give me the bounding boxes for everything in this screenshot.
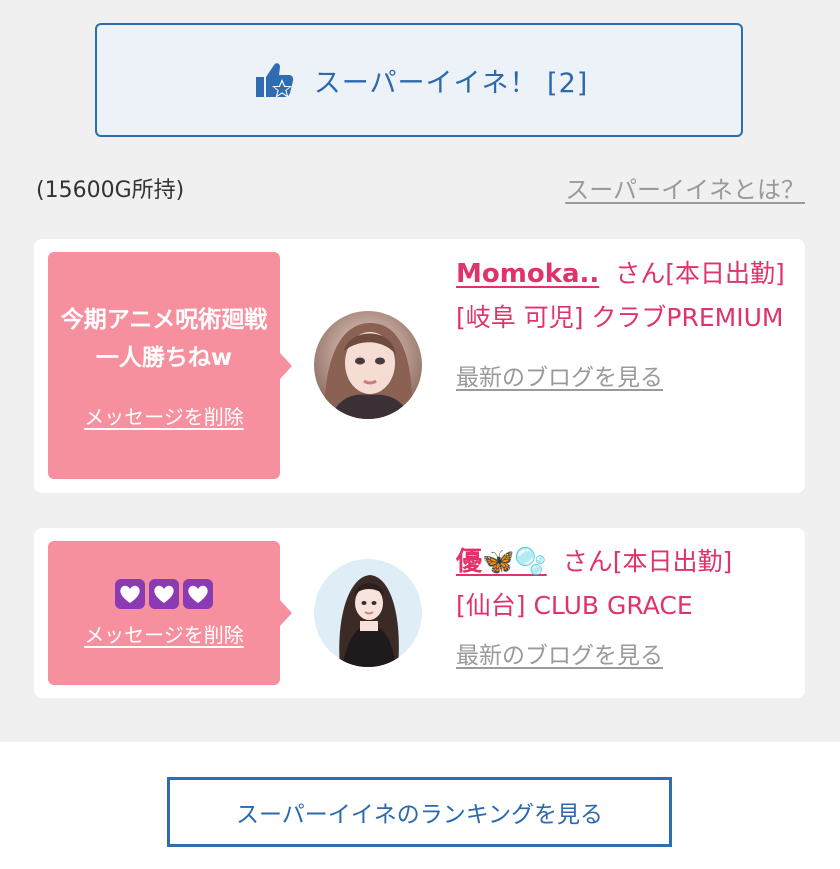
- shop-name: [岐阜 可児] クラブPREMIUM: [456, 303, 784, 332]
- delete-message-link[interactable]: メッセージを削除: [84, 619, 244, 648]
- cast-status: さん[本日出勤]: [562, 547, 733, 576]
- purple-heart-icon: [149, 578, 179, 609]
- delete-message-link[interactable]: メッセージを削除: [84, 401, 244, 430]
- super-like-card: メッセージを削除 優🦋🫧 さん[本日出勤] [仙台] CLUB GRACE 最新の…: [34, 528, 805, 698]
- points-balance: (15600G所持): [36, 178, 185, 203]
- cast-name-link[interactable]: Momoka..: [456, 259, 599, 289]
- ranking-button[interactable]: スーパーイイネのランキングを見る: [167, 777, 672, 847]
- message-text: 今期アニメ呪術廻戦一人勝ちねw: [60, 307, 268, 371]
- message-emoji: [115, 578, 213, 609]
- purple-heart-icon: [183, 578, 213, 609]
- cast-name-link[interactable]: 優🦋🫧: [456, 547, 547, 577]
- thumbs-up-star-icon: [250, 57, 296, 103]
- avatar[interactable]: [314, 559, 422, 667]
- cast-info: Momoka.. さん[本日出勤] [岐阜 可児] クラブPREMIUM 最新のブ…: [456, 252, 791, 400]
- purple-heart-icon: [115, 578, 145, 609]
- super-like-card: 今期アニメ呪術廻戦一人勝ちねw メッセージを削除 Momoka.. さん[本日出勤…: [34, 239, 805, 493]
- cast-info: 優🦋🫧 さん[本日出勤] [仙台] CLUB GRACE 最新のブログを見る: [456, 540, 791, 678]
- latest-blog-link[interactable]: 最新のブログを見る: [456, 634, 663, 678]
- shop-name: [仙台] CLUB GRACE: [456, 591, 693, 620]
- avatar[interactable]: [314, 311, 422, 419]
- super-like-label: スーパーイイネ！ [2]: [313, 67, 589, 99]
- latest-blog-link[interactable]: 最新のブログを見る: [456, 356, 663, 400]
- super-like-button[interactable]: スーパーイイネ！ [2]: [95, 23, 743, 137]
- message-bubble: 今期アニメ呪術廻戦一人勝ちねw メッセージを削除: [48, 252, 292, 479]
- message-bubble: メッセージを削除: [48, 541, 292, 685]
- cast-status: さん[本日出勤]: [615, 259, 785, 288]
- what-is-super-like-link[interactable]: スーパーイイネとは？: [565, 170, 805, 205]
